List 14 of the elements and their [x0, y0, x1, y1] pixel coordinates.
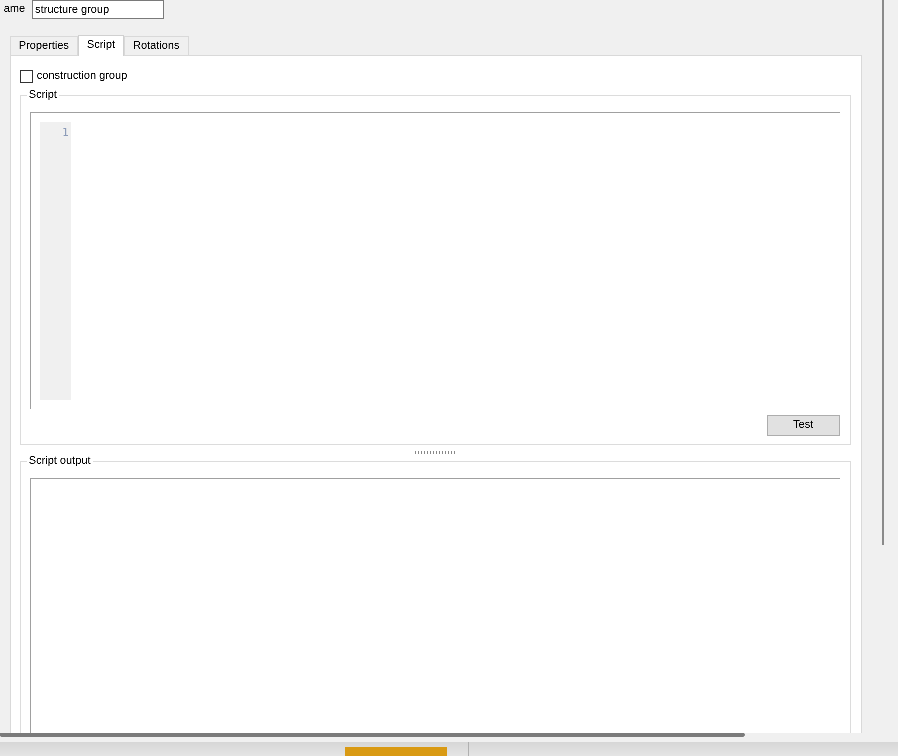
- splitter-handle[interactable]: [414, 451, 456, 454]
- checkbox[interactable]: [20, 70, 33, 82]
- line-number: 1: [61, 125, 69, 141]
- test-button[interactable]: Test: [767, 414, 840, 436]
- group-title: Script: [27, 89, 60, 102]
- name-field[interactable]: structure group: [32, 0, 164, 19]
- tab[interactable]: Script: [78, 35, 124, 56]
- tab[interactable]: Properties: [10, 36, 78, 55]
- checkbox-label: construction group: [37, 68, 128, 84]
- scrollbar[interactable]: [882, 0, 884, 545]
- tab[interactable]: Rotations: [124, 36, 189, 55]
- scrollbar[interactable]: [0, 733, 745, 737]
- group-title: Script output: [27, 454, 93, 468]
- name-label: ame: [4, 2, 26, 17]
